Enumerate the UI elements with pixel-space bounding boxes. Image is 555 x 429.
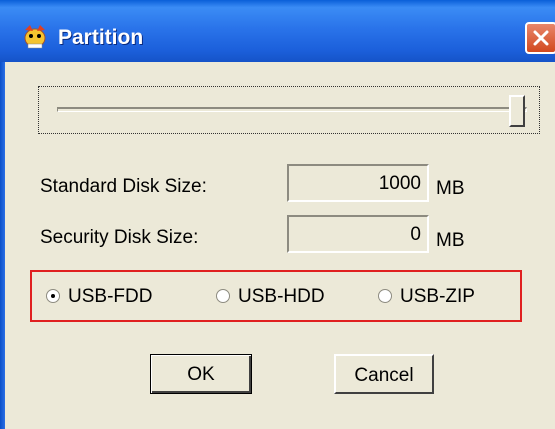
radio-button[interactable] xyxy=(378,289,392,303)
radio-selected-dot xyxy=(51,294,55,298)
close-button[interactable] xyxy=(525,22,555,54)
title-bar[interactable]: Partition xyxy=(0,0,555,62)
usb-mode-radio-group: USB-FDD USB-HDD USB-ZIP xyxy=(30,270,522,322)
standard-disk-size-unit: MB xyxy=(436,178,465,199)
window-frame-left xyxy=(0,62,5,429)
ok-button[interactable]: OK xyxy=(150,354,252,394)
window-title: Partition xyxy=(58,26,144,49)
standard-disk-size-field[interactable]: 1000 xyxy=(287,164,429,202)
security-disk-size-unit: MB xyxy=(436,230,465,251)
standard-disk-size-label: Standard Disk Size: xyxy=(40,176,207,197)
app-icon xyxy=(24,25,46,49)
slider-track xyxy=(57,107,527,112)
security-disk-size-field[interactable]: 0 xyxy=(287,215,429,253)
partition-dialog: Partition Standard Disk Size: 1000 MB Se… xyxy=(0,0,555,429)
slider-thumb[interactable] xyxy=(509,95,525,127)
radio-label: USB-HDD xyxy=(238,286,325,307)
close-icon xyxy=(533,30,549,46)
radio-button[interactable] xyxy=(216,289,230,303)
partition-slider[interactable] xyxy=(38,86,540,134)
radio-button[interactable] xyxy=(46,289,60,303)
radio-label: USB-FDD xyxy=(68,286,153,307)
security-disk-size-label: Security Disk Size: xyxy=(40,227,199,248)
cancel-button[interactable]: Cancel xyxy=(334,354,434,394)
radio-label: USB-ZIP xyxy=(400,286,475,307)
